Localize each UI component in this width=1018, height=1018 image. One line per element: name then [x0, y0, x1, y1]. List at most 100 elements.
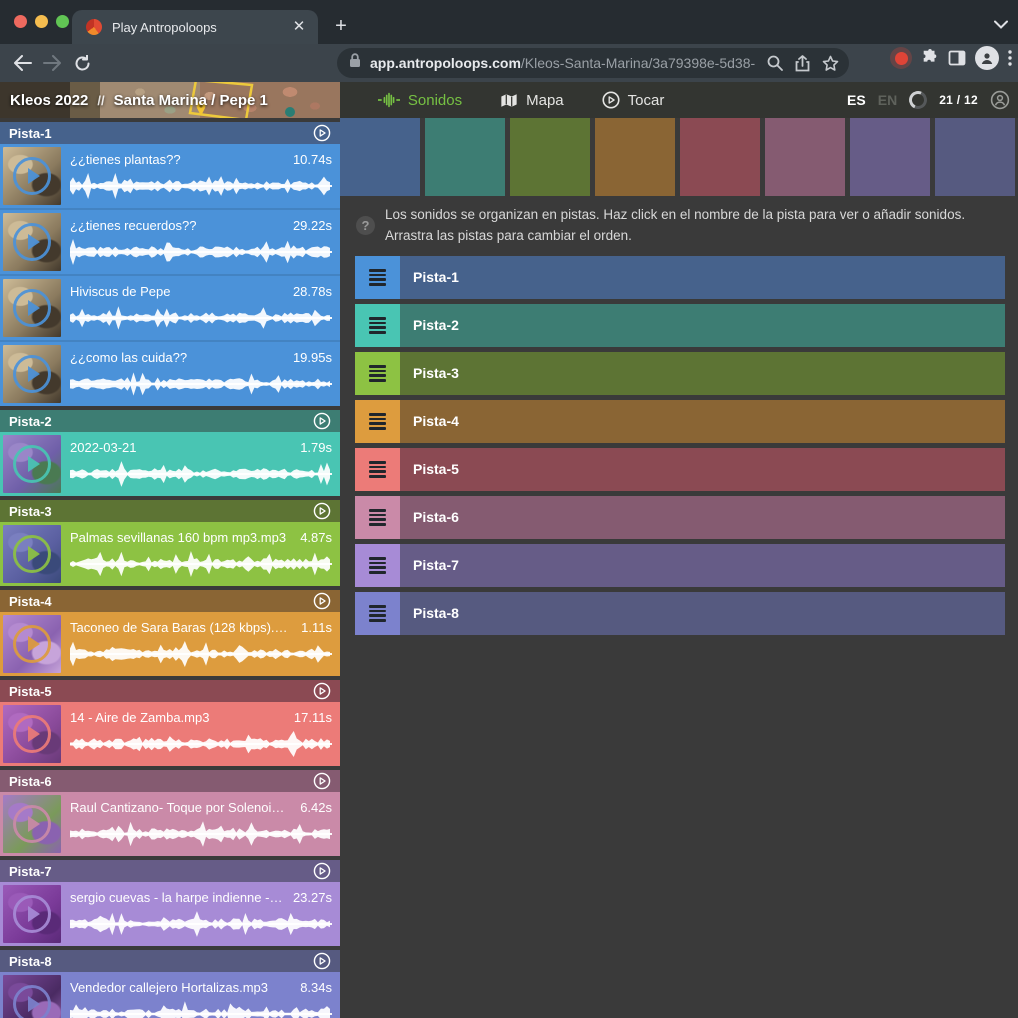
track-play-button[interactable]	[313, 124, 331, 142]
clip-thumbnail[interactable]	[3, 975, 61, 1018]
track-play-button[interactable]	[313, 502, 331, 520]
lang-es-button[interactable]: ES	[847, 92, 866, 108]
track-row[interactable]: Pista-8	[355, 592, 1005, 635]
side-panel-icon[interactable]	[948, 49, 966, 67]
clip-waveform[interactable]	[70, 172, 332, 200]
clip-play-icon[interactable]	[13, 895, 51, 933]
clip-play-icon[interactable]	[13, 715, 51, 753]
track-row[interactable]: Pista-7	[355, 544, 1005, 587]
drag-handle[interactable]	[355, 496, 400, 539]
clip-thumbnail[interactable]	[3, 435, 61, 493]
audio-clip[interactable]: Hiviscus de Pepe 28.78s	[0, 276, 340, 342]
sidebar-track-header[interactable]: Pista-6	[0, 770, 340, 792]
minimize-window-button[interactable]	[35, 15, 48, 28]
track-row-body[interactable]: Pista-5	[400, 448, 1005, 491]
nav-item-mapa[interactable]: Mapa	[500, 92, 564, 109]
audio-clip[interactable]: Palmas sevillanas 160 bpm mp3.mp3 4.87s	[0, 522, 340, 586]
sidebar-track-header[interactable]: Pista-4	[0, 590, 340, 612]
drag-handle[interactable]	[355, 592, 400, 635]
clip-play-icon[interactable]	[13, 157, 51, 195]
padlock-icon[interactable]	[349, 53, 361, 73]
clip-play-icon[interactable]	[13, 985, 51, 1018]
tab-close-icon[interactable]: ✕	[290, 18, 308, 36]
track-row[interactable]: Pista-3	[355, 352, 1005, 395]
track-row-body[interactable]: Pista-4	[400, 400, 1005, 443]
sidebar-track-header[interactable]: Pista-2	[0, 410, 340, 432]
sidebar-track-header[interactable]: Pista-1	[0, 122, 340, 144]
clip-waveform[interactable]	[70, 238, 332, 266]
drag-handle[interactable]	[355, 256, 400, 299]
audio-clip[interactable]: Vendedor callejero Hortalizas.mp3 8.34s	[0, 972, 340, 1018]
track-play-button[interactable]	[313, 682, 331, 700]
audio-clip[interactable]: ¿¿tienes recuerdos?? 29.22s	[0, 210, 340, 276]
clip-thumbnail[interactable]	[3, 147, 61, 205]
track-row[interactable]: Pista-4	[355, 400, 1005, 443]
audio-clip[interactable]: 14 - Aire de Zamba.mp3 17.11s	[0, 702, 340, 766]
track-play-button[interactable]	[313, 862, 331, 880]
clip-play-icon[interactable]	[13, 289, 51, 327]
drag-handle[interactable]	[355, 400, 400, 443]
clip-thumbnail[interactable]	[3, 213, 61, 271]
audio-clip[interactable]: ¿¿como las cuida?? 19.95s	[0, 342, 340, 406]
clip-waveform[interactable]	[70, 1000, 332, 1018]
clip-waveform[interactable]	[70, 370, 332, 398]
clip-play-icon[interactable]	[13, 355, 51, 393]
clip-waveform[interactable]	[70, 460, 332, 488]
clip-play-icon[interactable]	[13, 445, 51, 483]
account-icon[interactable]	[990, 90, 1010, 110]
sidebar-track-header[interactable]: Pista-8	[0, 950, 340, 972]
new-tab-button[interactable]: +	[330, 16, 352, 38]
drag-handle[interactable]	[355, 304, 400, 347]
clip-play-icon[interactable]	[13, 625, 51, 663]
sidebar-track-header[interactable]: Pista-7	[0, 860, 340, 882]
audio-clip[interactable]: Raul Cantizano- Toque por Solenoide.mp3 …	[0, 792, 340, 856]
tab-search-chevron-icon[interactable]	[994, 20, 1008, 29]
clip-thumbnail[interactable]	[3, 795, 61, 853]
lang-en-button[interactable]: EN	[878, 92, 897, 108]
track-row-body[interactable]: Pista-7	[400, 544, 1005, 587]
nav-item-sonidos[interactable]: Sonidos	[378, 92, 462, 109]
clip-play-icon[interactable]	[13, 223, 51, 261]
clip-thumbnail[interactable]	[3, 885, 61, 943]
track-row-body[interactable]: Pista-1	[400, 256, 1005, 299]
track-row-body[interactable]: Pista-6	[400, 496, 1005, 539]
track-row-body[interactable]: Pista-8	[400, 592, 1005, 635]
zoom-magnifier-icon[interactable]	[767, 55, 783, 71]
clip-waveform[interactable]	[70, 910, 332, 938]
extensions-puzzle-icon[interactable]	[921, 49, 939, 67]
track-play-button[interactable]	[313, 592, 331, 610]
track-row[interactable]: Pista-1	[355, 256, 1005, 299]
recording-extension-icon[interactable]	[890, 47, 912, 69]
sidebar-track-header[interactable]: Pista-5	[0, 680, 340, 702]
browser-tab[interactable]: Play Antropoloops ✕	[72, 10, 318, 44]
back-button[interactable]	[7, 48, 37, 78]
drag-handle[interactable]	[355, 448, 400, 491]
share-icon[interactable]	[795, 55, 810, 72]
clip-thumbnail[interactable]	[3, 279, 61, 337]
track-play-button[interactable]	[313, 952, 331, 970]
clip-thumbnail[interactable]	[3, 705, 61, 763]
track-row[interactable]: Pista-5	[355, 448, 1005, 491]
audio-clip[interactable]: Taconeo de Sara Baras (128 kbps).mp3 1.1…	[0, 612, 340, 676]
nav-item-tocar[interactable]: Tocar	[602, 91, 665, 109]
track-row[interactable]: Pista-2	[355, 304, 1005, 347]
reload-button[interactable]	[67, 48, 97, 78]
forward-button[interactable]	[37, 48, 67, 78]
sidebar-track-header[interactable]: Pista-3	[0, 500, 340, 522]
clip-waveform[interactable]	[70, 550, 332, 578]
audio-clip[interactable]: 2022-03-21 1.79s	[0, 432, 340, 496]
address-bar[interactable]: app.antropoloops.com/Kleos-Santa-Marina/…	[337, 48, 849, 78]
track-row[interactable]: Pista-6	[355, 496, 1005, 539]
browser-menu-kebab-icon[interactable]	[1008, 50, 1012, 66]
bookmark-star-icon[interactable]	[822, 55, 839, 72]
clip-play-icon[interactable]	[13, 535, 51, 573]
drag-handle[interactable]	[355, 352, 400, 395]
track-play-button[interactable]	[313, 412, 331, 430]
track-row-body[interactable]: Pista-3	[400, 352, 1005, 395]
audio-clip[interactable]: ¿¿tienes plantas?? 10.74s	[0, 144, 340, 210]
breadcrumb-project[interactable]: Kleos 2022	[10, 92, 88, 109]
close-window-button[interactable]	[14, 15, 27, 28]
clip-thumbnail[interactable]	[3, 525, 61, 583]
browser-profile-avatar[interactable]	[975, 46, 999, 70]
zoom-window-button[interactable]	[56, 15, 69, 28]
